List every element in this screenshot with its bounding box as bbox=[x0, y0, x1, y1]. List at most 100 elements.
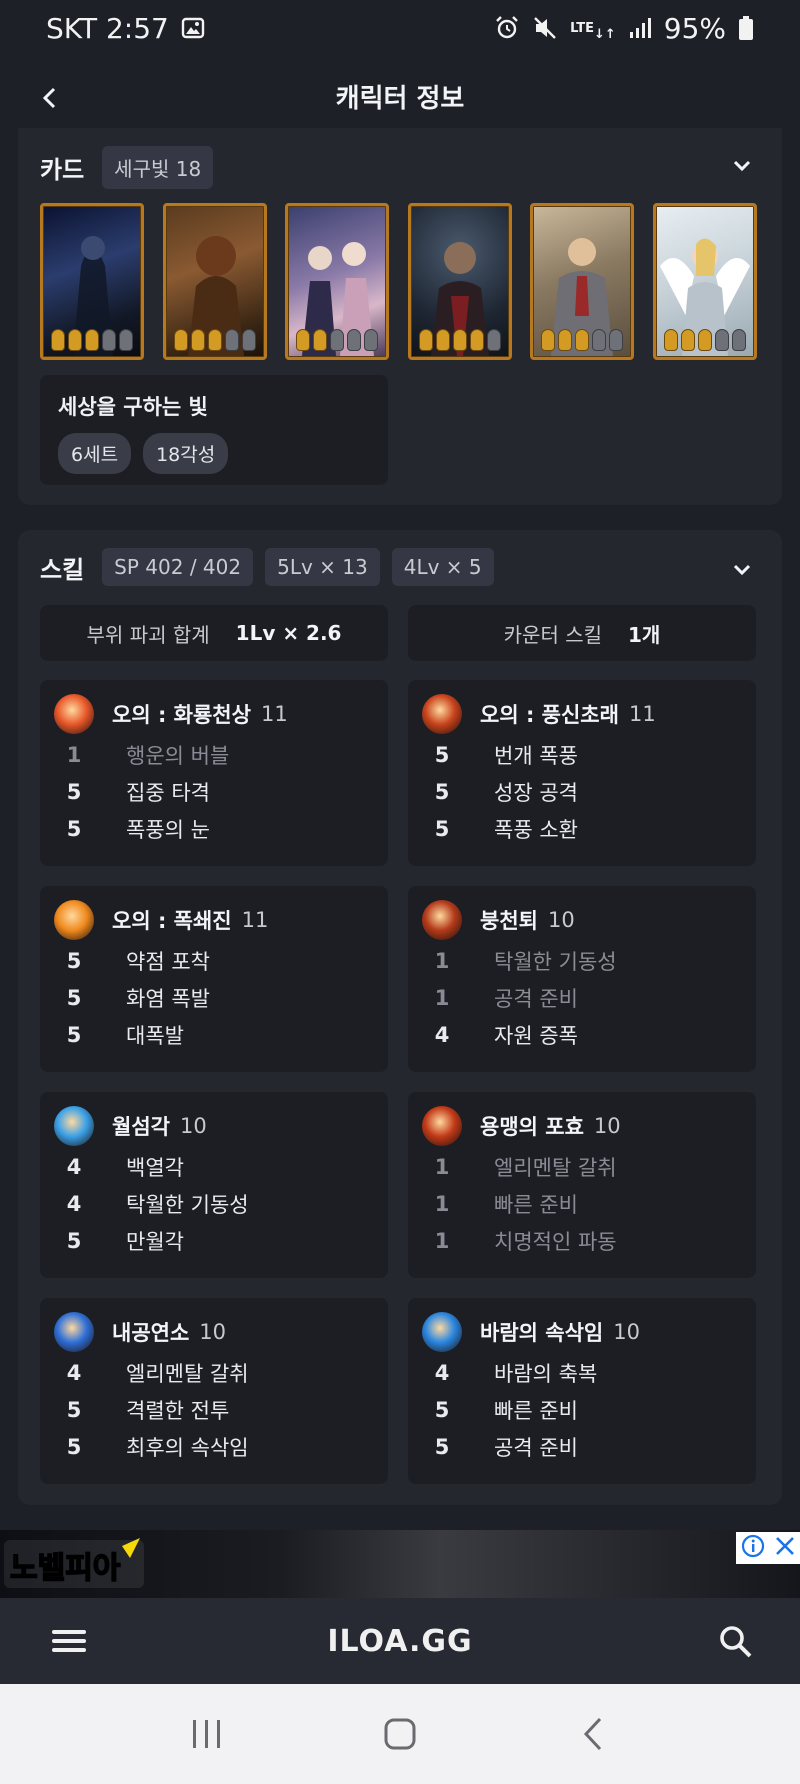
home-button[interactable] bbox=[370, 1704, 430, 1764]
tripod-name: 탁월한 기동성 bbox=[494, 949, 617, 974]
card-item[interactable] bbox=[652, 203, 757, 360]
brand-logo[interactable]: ILOA.GG bbox=[327, 1624, 472, 1659]
signal-icon bbox=[628, 16, 652, 40]
system-back-button[interactable] bbox=[563, 1704, 623, 1764]
tripod-row: 5 대폭발 bbox=[54, 1016, 374, 1053]
card-item[interactable] bbox=[40, 203, 144, 360]
tripod-row: 5 격렬한 전투 bbox=[54, 1391, 374, 1428]
skill-name: 오의 : 폭쇄진 bbox=[112, 909, 232, 933]
skill-item[interactable]: 오의 : 풍신초래 11 5 번개 폭풍 5 성장 공격 5 폭풍 소환 bbox=[408, 680, 756, 866]
tripod-name: 치명적인 파동 bbox=[494, 1229, 617, 1254]
tripod-name: 자원 증폭 bbox=[494, 1023, 578, 1048]
tripod-level: 4 bbox=[434, 1022, 450, 1047]
skill-item[interactable]: 바람의 속삭임 10 4 바람의 축복 5 빠른 준비 5 공격 준비 bbox=[408, 1298, 756, 1484]
tripod-level: 5 bbox=[434, 742, 450, 767]
skill-name: 바람의 속삭임 bbox=[480, 1321, 604, 1345]
tripod-name: 번개 폭풍 bbox=[494, 743, 578, 768]
skill-section: 스킬 SP 402 / 402 5Lv × 13 4Lv × 5 부위 파괴 합… bbox=[18, 530, 782, 1505]
part-break-summary: 부위 파괴 합계 1Lv × 2.6 bbox=[40, 605, 388, 661]
tripod-level: 5 bbox=[66, 816, 82, 841]
card-item[interactable] bbox=[162, 203, 267, 360]
tripod-row: 4 백열각 bbox=[54, 1148, 374, 1185]
skill-level: 10 bbox=[593, 1114, 621, 1138]
card-awakening bbox=[656, 329, 754, 351]
tripod-level: 5 bbox=[66, 1397, 82, 1422]
skill-item[interactable]: 오의 : 화룡천상 11 1 행운의 버블 5 집중 타격 5 폭풍의 눈 bbox=[40, 680, 388, 866]
tripod-level: 1 bbox=[434, 948, 450, 973]
sp-chip: SP 402 / 402 bbox=[102, 548, 254, 586]
card-set-tag: 18각성 bbox=[143, 433, 229, 474]
tripod-name: 성장 공격 bbox=[494, 780, 578, 805]
tripod-row: 5 성장 공격 bbox=[422, 773, 742, 810]
tripod-row: 5 약점 포착 bbox=[54, 942, 374, 979]
tripod-row: 5 집중 타격 bbox=[54, 773, 374, 810]
card-section-toggle[interactable] bbox=[728, 152, 756, 180]
tripod-level: 1 bbox=[434, 1228, 450, 1253]
counter-skill-summary: 카운터 스킬 1개 bbox=[408, 605, 756, 661]
novelpia-logo: 노벨피아 bbox=[4, 1538, 144, 1588]
tripod-row: 4 탁월한 기동성 bbox=[54, 1185, 374, 1222]
tripod-level: 1 bbox=[66, 742, 82, 767]
card-awakening bbox=[288, 329, 386, 351]
carrier-time: SKT 2:57 bbox=[46, 11, 169, 45]
tripod-level: 5 bbox=[434, 1397, 450, 1422]
tripod-name: 행운의 버블 bbox=[126, 743, 230, 768]
mute-icon bbox=[532, 15, 558, 41]
tripod-name: 공격 준비 bbox=[494, 1435, 578, 1460]
tripod-row: 5 폭풍 소환 bbox=[422, 810, 742, 847]
back-button[interactable] bbox=[30, 78, 70, 118]
tripod-row: 4 자원 증폭 bbox=[422, 1016, 742, 1053]
tripod-name: 공격 준비 bbox=[494, 986, 578, 1011]
tripod-level: 5 bbox=[434, 816, 450, 841]
card-set-name: 세상을 구하는 빛 bbox=[58, 395, 208, 419]
status-bar: SKT 2:57 LTE ↓↑ 95% bbox=[0, 0, 800, 56]
tripod-name: 바람의 축복 bbox=[494, 1361, 598, 1386]
chevron-down-icon bbox=[733, 564, 751, 576]
search-button[interactable] bbox=[716, 1622, 756, 1662]
alarm-icon bbox=[494, 15, 520, 41]
skill-name: 내공연소 bbox=[112, 1321, 190, 1345]
skill-icon bbox=[422, 900, 462, 940]
skill-item[interactable]: 오의 : 폭쇄진 11 5 약점 포착 5 화염 폭발 5 대폭발 bbox=[40, 886, 388, 1072]
skill-name: 오의 : 풍신초래 bbox=[480, 703, 619, 727]
skill-item[interactable]: 붕천퇴 10 1 탁월한 기동성 1 공격 준비 4 자원 증폭 bbox=[408, 886, 756, 1072]
card-section: 카드 세구빛 18 세상을 구하는 빛 6세트 18각성 bbox=[18, 128, 782, 505]
skill-level: 10 bbox=[547, 908, 575, 932]
skill-item[interactable]: 월섬각 10 4 백열각 4 탁월한 기동성 5 만월각 bbox=[40, 1092, 388, 1278]
tripod-name: 탁월한 기동성 bbox=[126, 1192, 249, 1217]
card-item[interactable] bbox=[407, 203, 512, 360]
card-awakening bbox=[43, 329, 141, 351]
tripod-row: 4 엘리멘탈 갈취 bbox=[54, 1354, 374, 1391]
ad-banner[interactable]: 노벨피아 bbox=[0, 1530, 800, 1598]
recent-apps-button[interactable] bbox=[177, 1704, 237, 1764]
tripod-level: 4 bbox=[434, 1360, 450, 1385]
skill-name: 용맹의 포효 bbox=[480, 1115, 584, 1139]
skill-item[interactable]: 내공연소 10 4 엘리멘탈 갈취 5 격렬한 전투 5 최후의 속삭임 bbox=[40, 1298, 388, 1484]
skill-section-toggle[interactable] bbox=[728, 556, 756, 584]
tripod-level: 5 bbox=[434, 779, 450, 804]
card-item[interactable] bbox=[530, 203, 634, 360]
ad-close-icon[interactable] bbox=[774, 1535, 796, 1561]
tripod-row: 5 최후의 속삭임 bbox=[54, 1428, 374, 1465]
tripod-level: 1 bbox=[434, 985, 450, 1010]
tripod-level: 5 bbox=[66, 779, 82, 804]
card-awakening bbox=[533, 329, 631, 351]
tripod-row: 1 탁월한 기동성 bbox=[422, 942, 742, 979]
skill-level: 11 bbox=[241, 908, 269, 932]
tripod-row: 1 엘리멘탈 갈취 bbox=[422, 1148, 742, 1185]
tripod-name: 만월각 bbox=[126, 1229, 184, 1254]
tripod-level: 5 bbox=[66, 1434, 82, 1459]
tripod-level: 4 bbox=[66, 1360, 82, 1385]
recent-apps-icon bbox=[192, 1720, 220, 1748]
card-section-title: 카드 bbox=[40, 156, 85, 184]
ad-info-icon[interactable] bbox=[741, 1534, 765, 1562]
chevron-down-icon bbox=[733, 160, 751, 172]
tripod-name: 빠른 준비 bbox=[494, 1398, 578, 1423]
skill-level: 11 bbox=[628, 702, 656, 726]
tripod-name: 최후의 속삭임 bbox=[126, 1435, 249, 1460]
skill-item[interactable]: 용맹의 포효 10 1 엘리멘탈 갈취 1 빠른 준비 1 치명적인 파동 bbox=[408, 1092, 756, 1278]
tripod-name: 약점 포착 bbox=[126, 949, 210, 974]
card-item[interactable] bbox=[285, 203, 389, 360]
skill-level: 11 bbox=[260, 702, 288, 726]
menu-button[interactable] bbox=[52, 1626, 86, 1656]
